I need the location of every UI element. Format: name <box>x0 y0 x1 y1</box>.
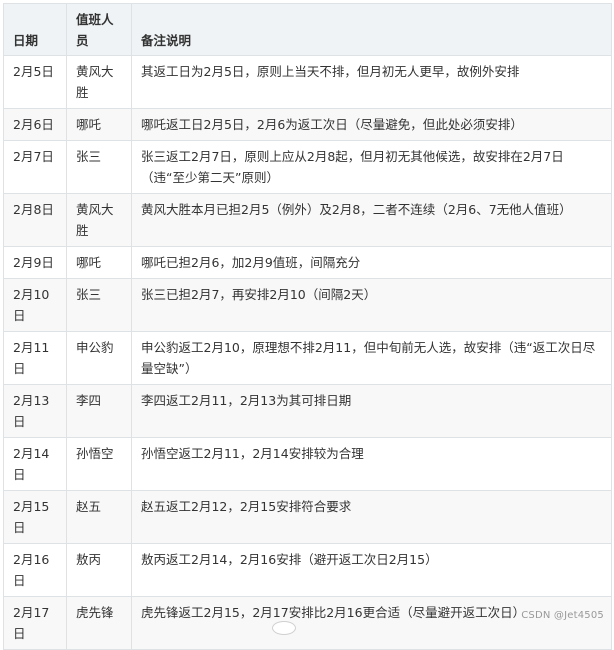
cell-note: 孙悟空返工2月11，2月14安排较为合理 <box>131 437 612 491</box>
cell-note: 申公豹返工2月10，原理想不排2月11，但中旬前无人选，故安排（违“返工次日尽量… <box>131 331 612 385</box>
cell-person: 黄风大胜 <box>66 193 132 247</box>
cell-note: 虎先锋返工2月15，2月17安排比2月16更合适（尽量避开返工次日） <box>131 596 612 650</box>
cell-date: 2月14日 <box>3 437 67 491</box>
header-note: 备注说明 <box>131 3 612 56</box>
cell-note: 敖丙返工2月14，2月16安排（避开返工次日2月15） <box>131 543 612 597</box>
cell-date: 2月17日 <box>3 596 67 650</box>
cell-note: 张三已担2月7，再安排2月10（间隔2天） <box>131 278 612 332</box>
table-row: 2月7日 张三 张三返工2月7日，原则上应从2月8起，但月初无其他候选，故安排在… <box>3 140 612 194</box>
table-row: 2月15日 赵五 赵五返工2月12，2月15安排符合要求 <box>3 490 612 544</box>
table-row: 2月16日 敖丙 敖丙返工2月14，2月16安排（避开返工次日2月15） <box>3 543 612 597</box>
cell-person: 李四 <box>66 384 132 438</box>
cell-date: 2月15日 <box>3 490 67 544</box>
table-header: 日期 值班人员 备注说明 <box>3 3 612 56</box>
cell-note: 黄风大胜本月已担2月5（例外）及2月8，二者不连续（2月6、7无他人值班） <box>131 193 612 247</box>
cell-date: 2月13日 <box>3 384 67 438</box>
cell-person: 哪吒 <box>66 108 132 141</box>
table-row: 2月9日 哪吒 哪吒已担2月6，加2月9值班，间隔充分 <box>3 246 612 279</box>
scroll-handle[interactable] <box>272 621 296 635</box>
cell-person: 虎先锋 <box>66 596 132 650</box>
cell-note: 赵五返工2月12，2月15安排符合要求 <box>131 490 612 544</box>
cell-person: 张三 <box>66 140 132 194</box>
cell-person: 孙悟空 <box>66 437 132 491</box>
cell-note: 哪吒已担2月6，加2月9值班，间隔充分 <box>131 246 612 279</box>
cell-person: 黄风大胜 <box>66 55 132 109</box>
cell-person: 敖丙 <box>66 543 132 597</box>
table-row: 2月11日 申公豹 申公豹返工2月10，原理想不排2月11，但中旬前无人选，故安… <box>3 331 612 385</box>
cell-date: 2月9日 <box>3 246 67 279</box>
cell-note: 哪吒返工日2月5日，2月6为返工次日（尽量避免，但此处必须安排） <box>131 108 612 141</box>
csdn-watermark: CSDN @Jet4505 <box>521 610 604 621</box>
cell-date: 2月6日 <box>3 108 67 141</box>
cell-date: 2月7日 <box>3 140 67 194</box>
header-date: 日期 <box>3 3 67 56</box>
cell-note: 其返工日为2月5日，原则上当天不排，但月初无人更早，故例外安排 <box>131 55 612 109</box>
cell-date: 2月8日 <box>3 193 67 247</box>
cell-date: 2月10日 <box>3 278 67 332</box>
cell-date: 2月11日 <box>3 331 67 385</box>
table-body: 2月5日 黄风大胜 其返工日为2月5日，原则上当天不排，但月初无人更早，故例外安… <box>3 55 612 650</box>
duty-schedule-table: 日期 值班人员 备注说明 2月5日 黄风大胜 其返工日为2月5日，原则上当天不排… <box>3 3 612 650</box>
cell-person: 申公豹 <box>66 331 132 385</box>
cell-date: 2月16日 <box>3 543 67 597</box>
cell-person: 哪吒 <box>66 246 132 279</box>
cell-note: 李四返工2月11，2月13为其可排日期 <box>131 384 612 438</box>
header-person: 值班人员 <box>66 3 132 56</box>
table-row: 2月6日 哪吒 哪吒返工日2月5日，2月6为返工次日（尽量避免，但此处必须安排） <box>3 108 612 141</box>
cell-person: 张三 <box>66 278 132 332</box>
cell-person: 赵五 <box>66 490 132 544</box>
cell-note: 张三返工2月7日，原则上应从2月8起，但月初无其他候选，故安排在2月7日（违“至… <box>131 140 612 194</box>
header-row: 日期 值班人员 备注说明 <box>3 3 612 56</box>
table-row: 2月10日 张三 张三已担2月7，再安排2月10（间隔2天） <box>3 278 612 332</box>
table-row: 2月5日 黄风大胜 其返工日为2月5日，原则上当天不排，但月初无人更早，故例外安… <box>3 55 612 109</box>
cell-date: 2月5日 <box>3 55 67 109</box>
table-row: 2月13日 李四 李四返工2月11，2月13为其可排日期 <box>3 384 612 438</box>
schedule-table-container: 日期 值班人员 备注说明 2月5日 黄风大胜 其返工日为2月5日，原则上当天不排… <box>3 3 612 650</box>
table-row: 2月14日 孙悟空 孙悟空返工2月11，2月14安排较为合理 <box>3 437 612 491</box>
table-row: 2月8日 黄风大胜 黄风大胜本月已担2月5（例外）及2月8，二者不连续（2月6、… <box>3 193 612 247</box>
table-row: 2月17日 虎先锋 虎先锋返工2月15，2月17安排比2月16更合适（尽量避开返… <box>3 596 612 650</box>
